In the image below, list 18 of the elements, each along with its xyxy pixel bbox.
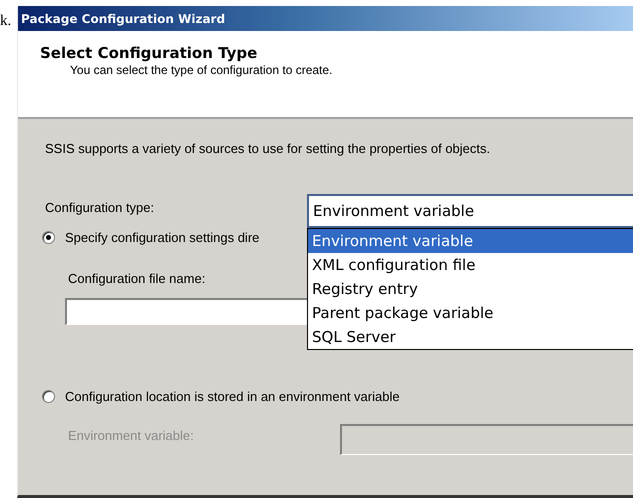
radio-button[interactable] — [42, 390, 55, 403]
dropdown-option[interactable]: SQL Server — [308, 325, 633, 349]
dropdown-option[interactable]: XML configuration file — [308, 253, 633, 277]
window-title: Package Configuration Wizard — [21, 12, 226, 26]
dropdown[interactable]: Environment variable — [307, 194, 633, 228]
radio-button[interactable] — [42, 231, 55, 244]
radio-label[interactable]: Configuration location is stored in an environment variable — [65, 389, 400, 404]
page-subtitle: You can select the type of configuration to create. — [70, 63, 334, 77]
dropdown-option[interactable]: Environment variable — [308, 229, 633, 253]
field-label: Environment variable: — [68, 428, 195, 443]
page-title: Select Configuration Type — [40, 44, 258, 62]
text-fragment: k. — [0, 13, 12, 30]
radio-label[interactable]: Specify configuration settings dire — [65, 230, 260, 245]
intro-text: SSIS supports a variety of sources to use for setting the properties of objects. — [45, 141, 490, 156]
field-label: Configuration type: — [45, 200, 156, 215]
dropdown-option[interactable]: Parent package variable — [308, 301, 633, 325]
dropdown-option[interactable]: Registry entry — [308, 277, 633, 301]
field-label: Configuration file name: — [68, 271, 206, 286]
